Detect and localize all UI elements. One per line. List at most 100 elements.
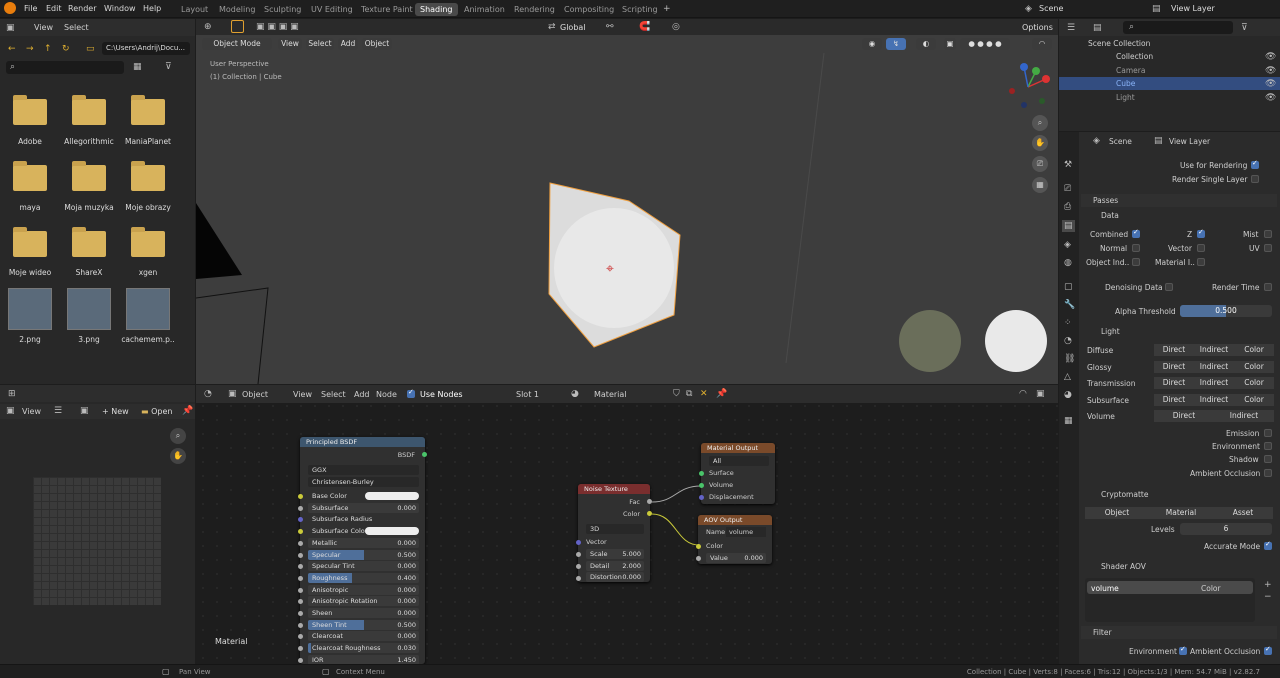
emission-checkbox[interactable] (1264, 429, 1272, 437)
display-mode-icon[interactable]: ▦ (133, 62, 142, 72)
aov-value-field[interactable]: Value 0.000 (706, 553, 766, 563)
zoom-icon[interactable]: ⌕ (1032, 115, 1048, 131)
bsdf-input-socket[interactable] (298, 529, 303, 535)
bsdf-input-socket[interactable] (298, 587, 303, 593)
distortion-input-socket[interactable] (576, 576, 581, 581)
menu-edit[interactable]: Edit (46, 4, 62, 13)
eye-icon[interactable]: 👁 (1265, 66, 1276, 76)
aov-value-socket[interactable] (696, 556, 701, 561)
bsdf-input-socket[interactable] (298, 634, 303, 640)
vector-input-socket[interactable] (576, 540, 581, 545)
camera-view-icon[interactable]: ⎚ (1032, 156, 1048, 172)
parent-dir-icon[interactable]: ↑ (44, 44, 52, 54)
tab-rendering[interactable]: Rendering (509, 3, 560, 16)
tab-animation[interactable]: Animation (459, 3, 510, 16)
crypto-object-toggle[interactable]: Object (1085, 507, 1149, 519)
bsdf-input-row[interactable]: Subsurface Color (308, 526, 419, 536)
direct-toggle[interactable]: Direct (1154, 394, 1194, 406)
pivot-icon[interactable]: ⚯ (606, 22, 614, 32)
tab-shading[interactable]: Shading (415, 3, 458, 16)
folder-icon[interactable] (131, 227, 165, 257)
image-browse-icon[interactable]: ▣ (80, 406, 89, 416)
distribution-dropdown[interactable]: GGX (308, 465, 419, 475)
file-item-label[interactable]: Moje obrazy (116, 203, 180, 212)
scene-icon[interactable]: ◈ (1025, 4, 1032, 14)
bsdf-input-row[interactable]: IOR 1.450 (308, 654, 419, 664)
folder-icon[interactable] (13, 95, 47, 125)
select-menu[interactable]: Select (306, 38, 334, 50)
folder-icon[interactable] (72, 227, 106, 257)
material-output-node[interactable]: Material Output All Surface Volume Displ… (699, 443, 775, 504)
bsdf-input-socket[interactable] (298, 611, 303, 616)
tool-tab-icon[interactable]: ⚒ (1064, 160, 1072, 170)
folder-icon[interactable] (13, 227, 47, 257)
folder-icon[interactable] (131, 161, 165, 191)
indirect-toggle[interactable]: Indirect (1194, 394, 1234, 406)
bsdf-input-row[interactable]: Roughness 0.400 (308, 572, 419, 583)
perspective-toggle-icon[interactable]: ▦ (1032, 177, 1048, 193)
display-mode-icon[interactable]: ▤ (1093, 23, 1102, 33)
bsdf-input-socket[interactable] (298, 505, 303, 511)
object-menu[interactable]: Object (362, 38, 392, 50)
bsdf-input-row[interactable]: Anisotropic 0.000 (308, 584, 419, 595)
scale-field[interactable]: Scale 5.000 (586, 549, 644, 559)
subsurface-method-dropdown[interactable]: Christensen-Burley (308, 477, 419, 487)
direct-toggle[interactable]: Direct (1154, 377, 1194, 389)
bsdf-input-socket[interactable] (298, 622, 303, 628)
select-box-tool-icon[interactable] (231, 20, 244, 33)
view-menu[interactable]: View (278, 38, 302, 50)
world-tab-icon[interactable]: ◍ (1064, 258, 1072, 268)
outliner-camera[interactable]: Camera (1116, 66, 1145, 75)
denoising-data-checkbox[interactable] (1165, 283, 1173, 291)
add-menu[interactable]: Add (338, 38, 358, 50)
filter-icon[interactable]: ⊽ (1241, 23, 1248, 33)
aov-name-field[interactable]: volume (726, 527, 766, 537)
tab-modeling[interactable]: Modeling (214, 3, 260, 16)
node-header[interactable]: AOV Output (698, 515, 772, 525)
bsdf-input-socket[interactable] (298, 657, 303, 663)
uv-checkbox[interactable] (1264, 244, 1272, 252)
add-workspace-icon[interactable]: + (663, 4, 671, 14)
tab-scripting[interactable]: Scripting (617, 3, 663, 16)
accurate-mode-checkbox[interactable] (1264, 540, 1272, 550)
eye-icon[interactable]: 👁 (1265, 52, 1276, 62)
folder-icon[interactable] (72, 161, 106, 191)
color-toggle[interactable]: Color (1234, 394, 1274, 406)
xray-icon[interactable]: ▣ (944, 38, 956, 50)
use-for-rendering-checkbox[interactable] (1251, 159, 1259, 169)
bsdf-input-socket[interactable] (298, 517, 303, 523)
render-single-layer-checkbox[interactable] (1251, 175, 1259, 183)
zoom-icon[interactable]: ⌕ (170, 428, 186, 444)
scale-input-socket[interactable] (576, 552, 581, 557)
add-aov-icon[interactable]: + (1264, 580, 1272, 590)
overlay-icon[interactable]: ◐ (916, 38, 936, 50)
breadcrumb-view-layer[interactable]: View Layer (1169, 137, 1210, 146)
forward-icon[interactable]: → (26, 44, 34, 54)
image-thumbnail[interactable] (67, 288, 111, 330)
pan-icon[interactable]: ✋ (170, 448, 186, 464)
shading-options-icon[interactable]: ◠ (1032, 38, 1052, 50)
fb-select-menu[interactable]: Select (64, 23, 89, 32)
fac-output-socket[interactable] (647, 499, 652, 504)
editor-type-icon[interactable]: ▣ (6, 23, 15, 33)
blender-logo-icon[interactable] (4, 2, 16, 14)
direct-toggle[interactable]: Direct (1154, 361, 1194, 373)
node-header[interactable]: Principled BSDF (300, 437, 425, 447)
editor-type-icon[interactable]: ▣ (6, 406, 15, 416)
image-thumbnail[interactable] (126, 288, 170, 330)
constraints-tab-icon[interactable]: ⛓ (1064, 354, 1075, 364)
scene-tab-icon[interactable]: ◈ (1064, 240, 1071, 250)
indirect-toggle[interactable]: Indirect (1194, 361, 1234, 373)
filter-search-input[interactable] (6, 61, 124, 74)
color-swatch[interactable] (365, 527, 419, 536)
tab-sculpting[interactable]: Sculpting (259, 3, 306, 16)
volume-indirect-toggle[interactable]: Indirect (1214, 410, 1274, 422)
snap-icon[interactable]: 🧲 (639, 22, 650, 32)
proportional-edit-icon[interactable]: ◎ (672, 22, 680, 32)
normal-checkbox[interactable] (1132, 244, 1140, 252)
new-image-button[interactable]: + New (102, 407, 129, 416)
crypto-asset-toggle[interactable]: Asset (1213, 507, 1273, 519)
bsdf-input-row[interactable]: Anisotropic Rotation 0.000 (308, 596, 419, 607)
indirect-toggle[interactable]: Indirect (1194, 344, 1234, 356)
menu-file[interactable]: File (24, 4, 37, 13)
